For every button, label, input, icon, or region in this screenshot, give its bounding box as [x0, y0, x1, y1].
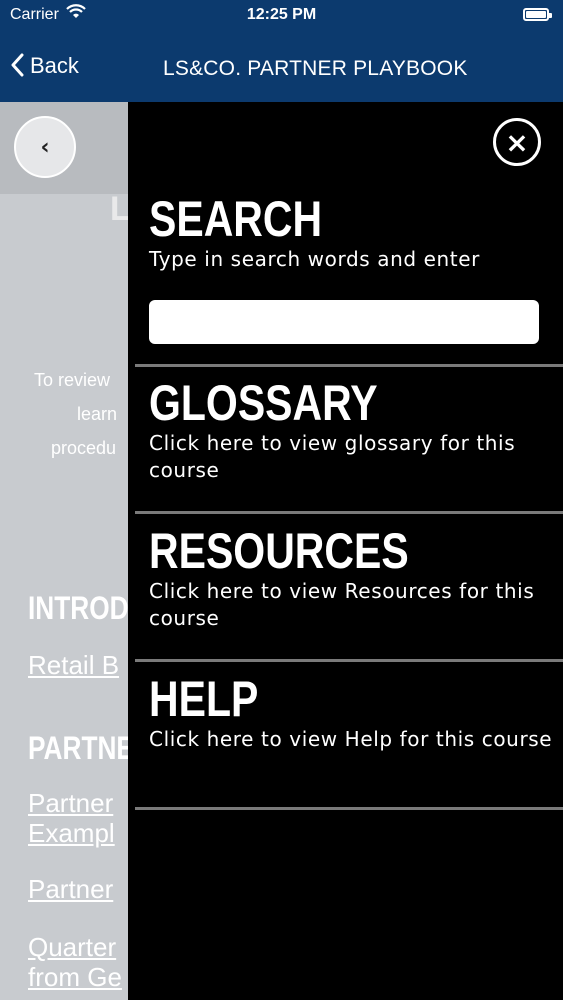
- background-link[interactable]: Exampl: [28, 818, 115, 849]
- status-bar: Carrier 12:25 PM: [0, 0, 563, 30]
- glossary-title: GLOSSARY: [149, 375, 378, 431]
- resources-title: RESOURCES: [149, 523, 409, 579]
- background-intro-line: To review: [34, 370, 111, 390]
- background-title: L: [110, 190, 128, 228]
- background-heading: INTRODU: [28, 590, 128, 626]
- background-intro-line: procedu: [51, 438, 117, 458]
- search-description: Type in search words and enter: [149, 247, 480, 271]
- chevron-left-icon: [10, 53, 24, 79]
- battery-icon: [523, 8, 552, 21]
- help-menu-item[interactable]: HELP Click here to view Help for this co…: [135, 672, 563, 810]
- background-intro-line: learn: [77, 404, 118, 424]
- side-menu: × SEARCH Type in search words and enter …: [128, 102, 563, 1000]
- background-content: ‹ L To review learn procedu INTRODU Reta…: [0, 102, 128, 1000]
- page-title: LS&CO. PARTNER PLAYBOOK: [163, 57, 468, 80]
- back-button[interactable]: Back: [10, 53, 79, 79]
- resources-menu-item[interactable]: RESOURCES Click here to view Resources f…: [135, 524, 563, 662]
- back-label: Back: [30, 53, 79, 78]
- close-icon: ×: [505, 125, 529, 159]
- help-description: Click here to view Help for this course: [149, 727, 553, 751]
- status-time: 12:25 PM: [246, 6, 317, 23]
- chevron-left-icon: ‹: [40, 134, 50, 160]
- navigation-bar: Back LS&CO. PARTNER PLAYBOOK: [0, 30, 563, 102]
- help-title: HELP: [149, 671, 259, 727]
- background-back-button[interactable]: ‹: [14, 116, 76, 178]
- background-link[interactable]: from Ge: [28, 962, 122, 993]
- resources-description: Click here to view Resources for this co…: [149, 579, 535, 630]
- background-link[interactable]: Quarter: [28, 932, 116, 963]
- glossary-menu-item[interactable]: GLOSSARY Click here to view glossary for…: [135, 376, 563, 514]
- background-link[interactable]: Partner: [28, 874, 113, 905]
- background-heading: PARTNE: [28, 730, 128, 766]
- close-button[interactable]: ×: [493, 118, 541, 166]
- glossary-description: Click here to view glossary for this cou…: [149, 431, 516, 482]
- background-link[interactable]: Partner: [28, 788, 113, 819]
- search-title: SEARCH: [149, 191, 323, 247]
- battery-fill: [526, 11, 546, 18]
- search-input[interactable]: [149, 300, 539, 344]
- background-link[interactable]: Retail B: [28, 650, 119, 681]
